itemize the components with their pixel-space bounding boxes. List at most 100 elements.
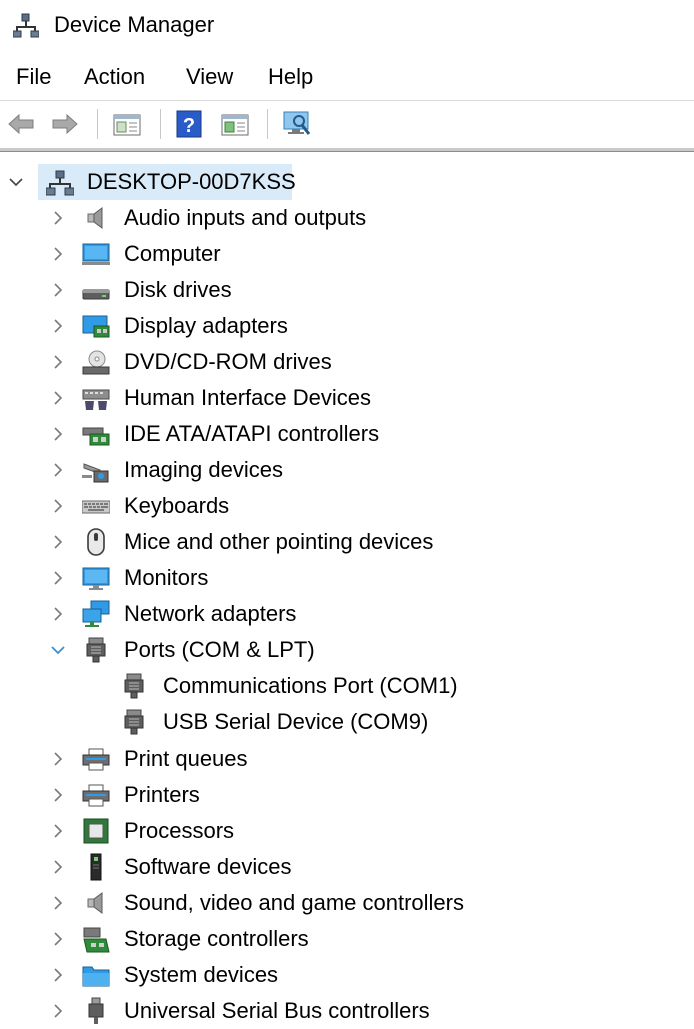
- tree-item-computer[interactable]: Computer: [0, 236, 694, 272]
- tree-item-imaging-devices[interactable]: Imaging devices: [0, 452, 694, 488]
- forward-arrow-icon[interactable]: [50, 109, 80, 139]
- tree-item-label: IDE ATA/ATAPI controllers: [124, 421, 380, 446]
- software-device-icon: [90, 853, 102, 881]
- chevron-right-icon[interactable]: [50, 965, 66, 985]
- chevron-right-icon[interactable]: [50, 352, 66, 372]
- chevron-right-icon[interactable]: [50, 929, 66, 949]
- tree-item-ports-com-lpt[interactable]: Ports (COM & LPT): [0, 632, 694, 668]
- tree-item-label: USB Serial Device (COM9): [163, 709, 429, 734]
- chevron-right-icon[interactable]: [50, 388, 66, 408]
- port-icon: [86, 637, 106, 663]
- tree-item-audio-inputs-and-outputs[interactable]: Audio inputs and outputs: [0, 200, 694, 236]
- menu-action[interactable]: Action: [84, 64, 145, 90]
- processor-icon: [83, 818, 109, 844]
- tree-item-label: Human Interface Devices: [124, 385, 371, 410]
- tree-item-label: Software devices: [124, 854, 292, 879]
- tree-item-label: Mice and other pointing devices: [124, 529, 434, 554]
- chevron-right-icon[interactable]: [50, 568, 66, 588]
- properties-pane-icon[interactable]: [112, 109, 142, 139]
- display-adapter-icon: [82, 315, 110, 338]
- chevron-down-icon[interactable]: [50, 640, 66, 660]
- chevron-right-icon[interactable]: [50, 316, 66, 336]
- tree-item-usb-serial-device-com9[interactable]: USB Serial Device (COM9): [0, 704, 694, 740]
- tree-item-label: Imaging devices: [124, 457, 283, 482]
- tree-item-label: Printers: [124, 782, 200, 807]
- speaker-icon: [87, 892, 103, 914]
- chevron-right-icon[interactable]: [50, 1001, 66, 1021]
- tree-item-print-queues[interactable]: Print queues: [0, 741, 694, 777]
- tree-item-human-interface-devices[interactable]: Human Interface Devices: [0, 380, 694, 416]
- chevron-right-icon[interactable]: [50, 893, 66, 913]
- tree-item-dvd-cd-rom-drives[interactable]: DVD/CD-ROM drives: [0, 344, 694, 380]
- chevron-right-icon[interactable]: [50, 785, 66, 805]
- chevron-right-icon[interactable]: [50, 280, 66, 300]
- tree-item-label: Computer: [124, 241, 221, 266]
- menu-help[interactable]: Help: [268, 64, 313, 90]
- tree-item-label: System devices: [124, 962, 279, 987]
- tree-item-processors[interactable]: Processors: [0, 813, 694, 849]
- tree-item-label: Universal Serial Bus controllers: [124, 998, 430, 1023]
- tree-item-label: Audio inputs and outputs: [124, 205, 367, 230]
- back-arrow-icon[interactable]: [6, 109, 36, 139]
- toolbar: ?: [0, 100, 694, 147]
- tree-item-label: DVD/CD-ROM drives: [124, 349, 332, 374]
- monitor-icon: [82, 567, 110, 590]
- printer-icon: [82, 748, 110, 771]
- ide-controller-icon: [82, 427, 110, 446]
- tree-item-storage-controllers[interactable]: Storage controllers: [0, 921, 694, 957]
- tree-item-software-devices[interactable]: Software devices: [0, 849, 694, 885]
- tree-item-keyboards[interactable]: Keyboards: [0, 488, 694, 524]
- tree-item-printers[interactable]: Printers: [0, 777, 694, 813]
- menu-file[interactable]: File: [16, 64, 51, 90]
- chevron-right-icon[interactable]: [50, 604, 66, 624]
- tree-item-label: Disk drives: [124, 277, 232, 302]
- usb-icon: [88, 997, 104, 1024]
- tree-item-communications-port-com1[interactable]: Communications Port (COM1): [0, 668, 694, 704]
- tree-item-monitors[interactable]: Monitors: [0, 560, 694, 596]
- chevron-right-icon[interactable]: [50, 749, 66, 769]
- tree-item-display-adapters[interactable]: Display adapters: [0, 308, 694, 344]
- tree-item-mice-and-other-pointing-devices[interactable]: Mice and other pointing devices: [0, 524, 694, 560]
- tree-item-label: Display adapters: [124, 313, 288, 338]
- tree-item-label: Network adapters: [124, 601, 297, 626]
- disk-drive-icon: [82, 289, 110, 300]
- camera-icon: [82, 463, 109, 483]
- svg-text:?: ?: [183, 115, 195, 137]
- menu-view[interactable]: View: [186, 64, 233, 90]
- scan-hardware-icon[interactable]: [282, 109, 312, 139]
- tree-item-system-devices[interactable]: System devices: [0, 957, 694, 993]
- tree-item-ide-ata-atapi-controllers[interactable]: IDE ATA/ATAPI controllers: [0, 416, 694, 452]
- chevron-right-icon[interactable]: [50, 532, 66, 552]
- hid-icon: [82, 389, 110, 410]
- tree-item-label: Ports (COM & LPT): [124, 637, 315, 662]
- tree-item-disk-drives[interactable]: Disk drives: [0, 272, 694, 308]
- printer-icon: [82, 784, 110, 807]
- tree-item-network-adapters[interactable]: Network adapters: [0, 596, 694, 632]
- tree-top-border: [0, 151, 694, 152]
- toolbar-separator: [97, 109, 98, 139]
- chevron-right-icon[interactable]: [50, 424, 66, 444]
- port-icon: [124, 673, 144, 699]
- chevron-right-icon[interactable]: [50, 496, 66, 516]
- help-icon[interactable]: ?: [174, 109, 204, 139]
- tree-item-label: Sound, video and game controllers: [124, 890, 464, 915]
- menu-bar: File Action View Help: [0, 60, 694, 96]
- show-hide-pane-icon[interactable]: [220, 109, 250, 139]
- chevron-down-icon[interactable]: [8, 172, 24, 192]
- tree-root[interactable]: DESKTOP-00D7KSS: [0, 164, 694, 200]
- tree-item-universal-serial-bus-controllers[interactable]: Universal Serial Bus controllers: [0, 993, 694, 1029]
- tree-item-label: Print queues: [124, 746, 248, 771]
- chevron-right-icon[interactable]: [50, 244, 66, 264]
- tree-item-sound-video-and-game-controllers[interactable]: Sound, video and game controllers: [0, 885, 694, 921]
- mouse-icon: [87, 528, 105, 556]
- tree-item-label: Processors: [124, 818, 235, 843]
- keyboard-icon: [82, 500, 110, 514]
- system-folder-icon: [82, 966, 110, 987]
- tree-item-label: Monitors: [124, 565, 209, 590]
- chevron-right-icon[interactable]: [50, 857, 66, 877]
- network-adapter-icon: [82, 600, 110, 627]
- chevron-right-icon[interactable]: [50, 821, 66, 841]
- chevron-right-icon[interactable]: [50, 460, 66, 480]
- chevron-right-icon[interactable]: [50, 208, 66, 228]
- tree-item-label: Keyboards: [124, 493, 230, 518]
